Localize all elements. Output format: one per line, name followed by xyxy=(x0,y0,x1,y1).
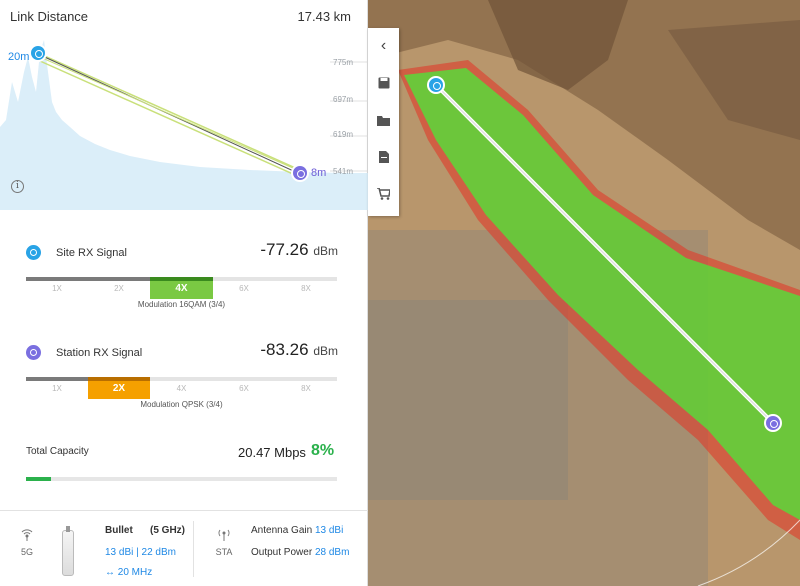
satellite-map[interactable] xyxy=(368,0,800,586)
folder-icon[interactable] xyxy=(368,105,399,135)
link-panel: Link Distance 17.43 km 775m 697m 619m 54… xyxy=(0,0,368,586)
capacity-bar xyxy=(26,477,337,481)
station-modulation-bar: 1X 2X 4X 6X 8X xyxy=(26,377,337,399)
modulation-level: 8X xyxy=(275,377,337,399)
cart-icon[interactable] xyxy=(368,179,399,209)
antenna-gain-value[interactable]: 13 dBi xyxy=(315,525,343,536)
station-height-label: 8m xyxy=(311,167,327,179)
station-rx-unit: dBm xyxy=(313,344,338,358)
site-modulation-bar: 1X 2X 4X 6X 8X xyxy=(26,277,337,299)
device-name: Bullet xyxy=(105,525,133,536)
device-footer: 5G Bullet (5 GHz) 13 dBi | 22 dBm ↔ 20 M… xyxy=(0,510,368,586)
modulation-level: 2X xyxy=(88,277,150,299)
site-antenna-icon[interactable] xyxy=(29,44,47,62)
modulation-level: 6X xyxy=(213,277,275,299)
station-antenna-icon[interactable] xyxy=(291,164,309,182)
site-rx-value: -77.26 dBm xyxy=(260,240,338,260)
site-antenna-icon xyxy=(26,245,41,260)
elevation-label: 619m xyxy=(333,130,354,139)
station-modulation-text: Modulation QPSK (3/4) xyxy=(140,400,223,409)
output-power: Output Power 28 dBm xyxy=(251,547,349,558)
station-rx-number: -83.26 xyxy=(260,340,309,359)
link-distance-label: Link Distance xyxy=(10,9,89,24)
total-capacity-value: 20.47 Mbps xyxy=(238,445,306,460)
device-band: (5 GHz) xyxy=(150,525,185,536)
output-power-value[interactable]: 28 dBm xyxy=(315,547,349,558)
chevron-left-icon[interactable]: ‹ xyxy=(368,31,399,61)
site-rx-unit: dBm xyxy=(313,244,338,258)
station-rx-value: -83.26 dBm xyxy=(260,340,338,360)
band-label: 5G xyxy=(20,547,33,557)
link-distance-value: 17.43 km xyxy=(297,9,351,24)
elevation-profile: 775m 697m 619m 541m 20m 8m xyxy=(0,32,368,210)
modulation-level: 1X xyxy=(26,377,88,399)
elevation-label: 541m xyxy=(333,167,354,176)
channel-width[interactable]: ↔ 20 MHz xyxy=(105,567,152,578)
modulation-level-active: 2X xyxy=(88,377,150,399)
station-map-marker[interactable] xyxy=(764,414,782,432)
antenna-gain: Antenna Gain 13 dBi xyxy=(251,525,343,536)
bullet-device-image xyxy=(62,526,74,576)
output-power-label: Output Power xyxy=(251,547,313,558)
save-icon[interactable] xyxy=(368,68,399,98)
total-capacity-percent: 8% xyxy=(311,442,335,459)
elevation-label: 775m xyxy=(333,58,354,67)
modulation-level: 8X xyxy=(275,277,337,299)
site-map-marker[interactable] xyxy=(427,76,445,94)
total-capacity-label: Total Capacity xyxy=(26,446,89,457)
device-spec[interactable]: 13 dBi | 22 dBm xyxy=(105,547,176,558)
site-rx-number: -77.26 xyxy=(260,240,309,259)
antenna-gain-label: Antenna Gain xyxy=(251,525,313,536)
site-modulation-text: Modulation 16QAM (3/4) xyxy=(137,300,226,309)
station-rx-label: Station RX Signal xyxy=(56,347,143,359)
modulation-level: 6X xyxy=(213,377,275,399)
mode-label: STA xyxy=(215,547,233,557)
station-antenna-icon xyxy=(26,345,41,360)
wireless-icon xyxy=(18,527,36,543)
modulation-level: 4X xyxy=(150,377,213,399)
modulation-level-active: 4X xyxy=(150,277,213,299)
elevation-profile-chart xyxy=(0,40,368,210)
antenna-icon xyxy=(215,527,233,543)
site-rx-label: Site RX Signal xyxy=(56,247,127,259)
map-toolbar: ‹ xyxy=(368,28,399,216)
site-height-label: 20m xyxy=(8,51,30,63)
capacity-bar-fill xyxy=(26,477,51,481)
elevation-label: 697m xyxy=(333,95,354,104)
document-icon[interactable] xyxy=(368,142,399,172)
modulation-level: 1X xyxy=(26,277,88,299)
info-icon[interactable]: i xyxy=(11,180,24,193)
footer-divider xyxy=(193,521,194,577)
